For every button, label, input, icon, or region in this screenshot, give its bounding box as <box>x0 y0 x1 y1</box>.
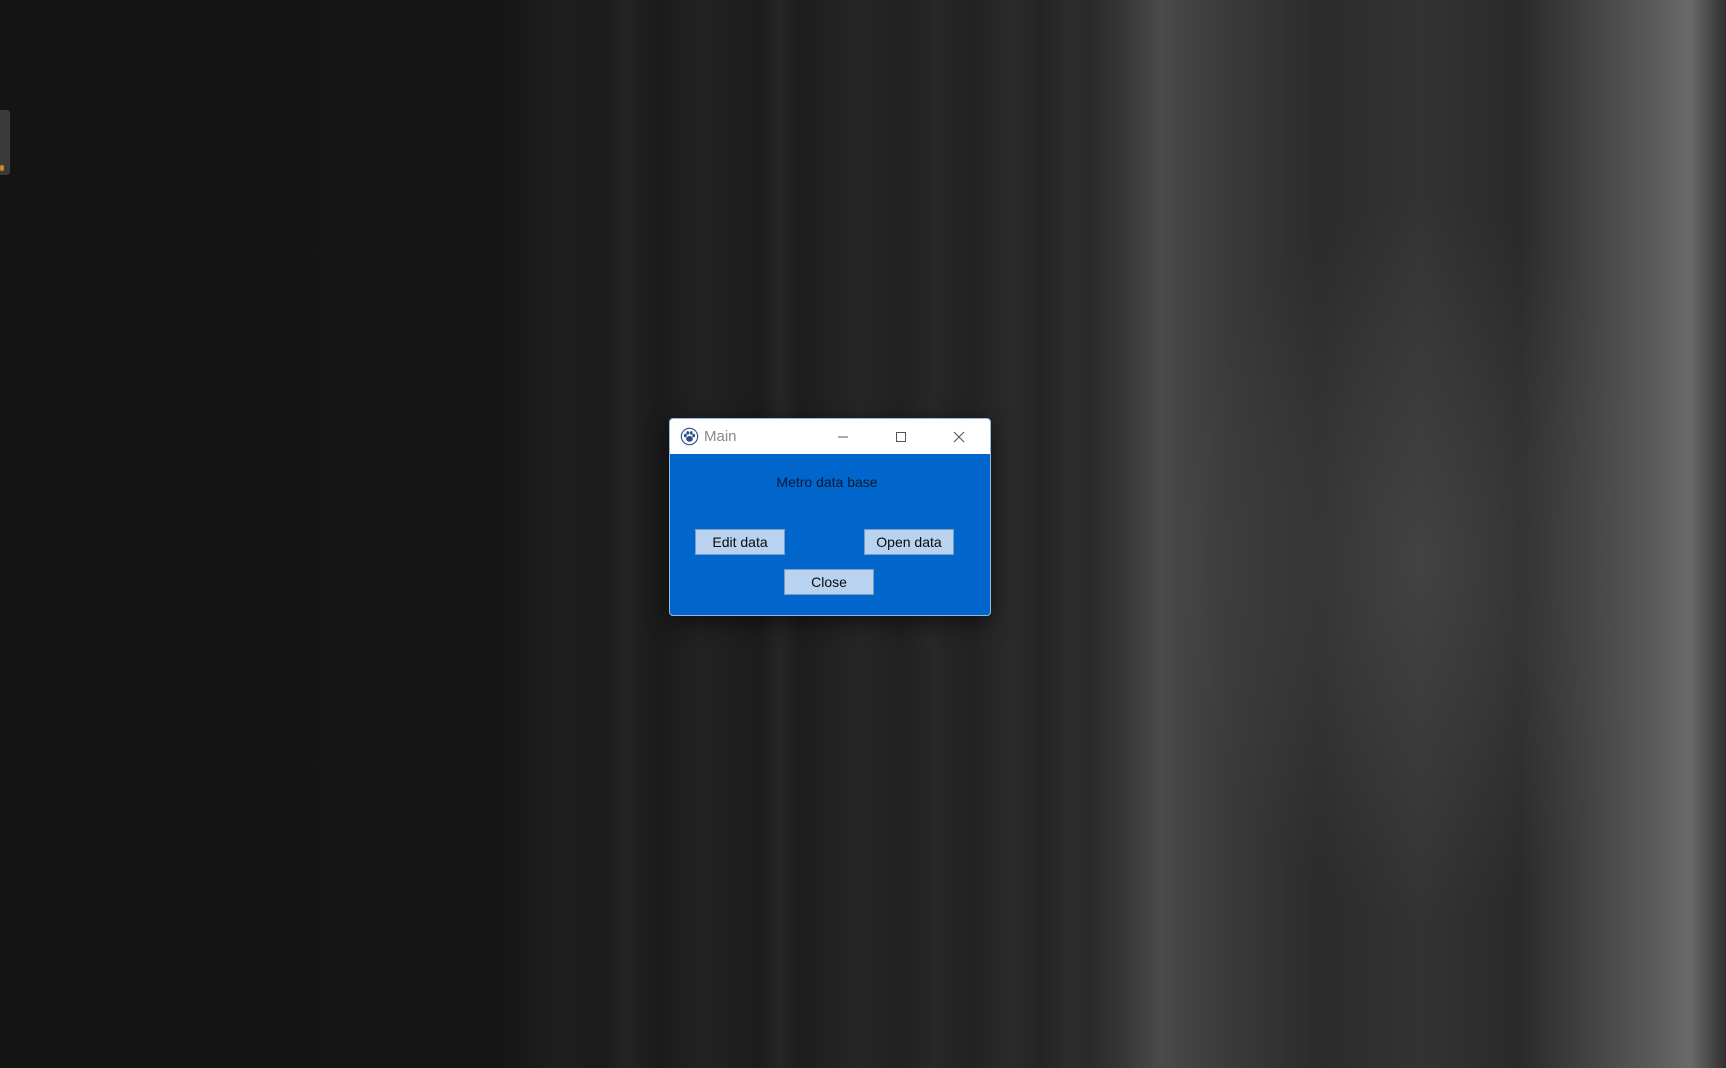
title-bar[interactable]: Main <box>670 419 990 454</box>
close-icon <box>953 431 965 442</box>
edge-tab-indicator <box>0 165 4 171</box>
window-content: Metro data base Edit data Open data Clos… <box>670 454 990 615</box>
maximize-icon <box>896 431 906 442</box>
close-button[interactable]: Close <box>784 569 874 595</box>
desktop-edge-tab[interactable] <box>0 110 10 175</box>
close-window-button[interactable] <box>930 419 988 454</box>
wallpaper-curtain-fold <box>600 0 660 1068</box>
minimize-icon <box>838 436 848 437</box>
edit-data-button[interactable]: Edit data <box>695 529 785 555</box>
main-window: Main Metro data base Edit data Open data… <box>669 418 991 616</box>
wallpaper-curtain-fold <box>1040 0 1090 1068</box>
database-heading: Metro data base <box>776 474 878 490</box>
maximize-button[interactable] <box>872 419 930 454</box>
open-data-button[interactable]: Open data <box>864 529 954 555</box>
paw-icon <box>680 427 699 446</box>
window-title: Main <box>704 428 737 445</box>
minimize-button[interactable] <box>814 419 872 454</box>
